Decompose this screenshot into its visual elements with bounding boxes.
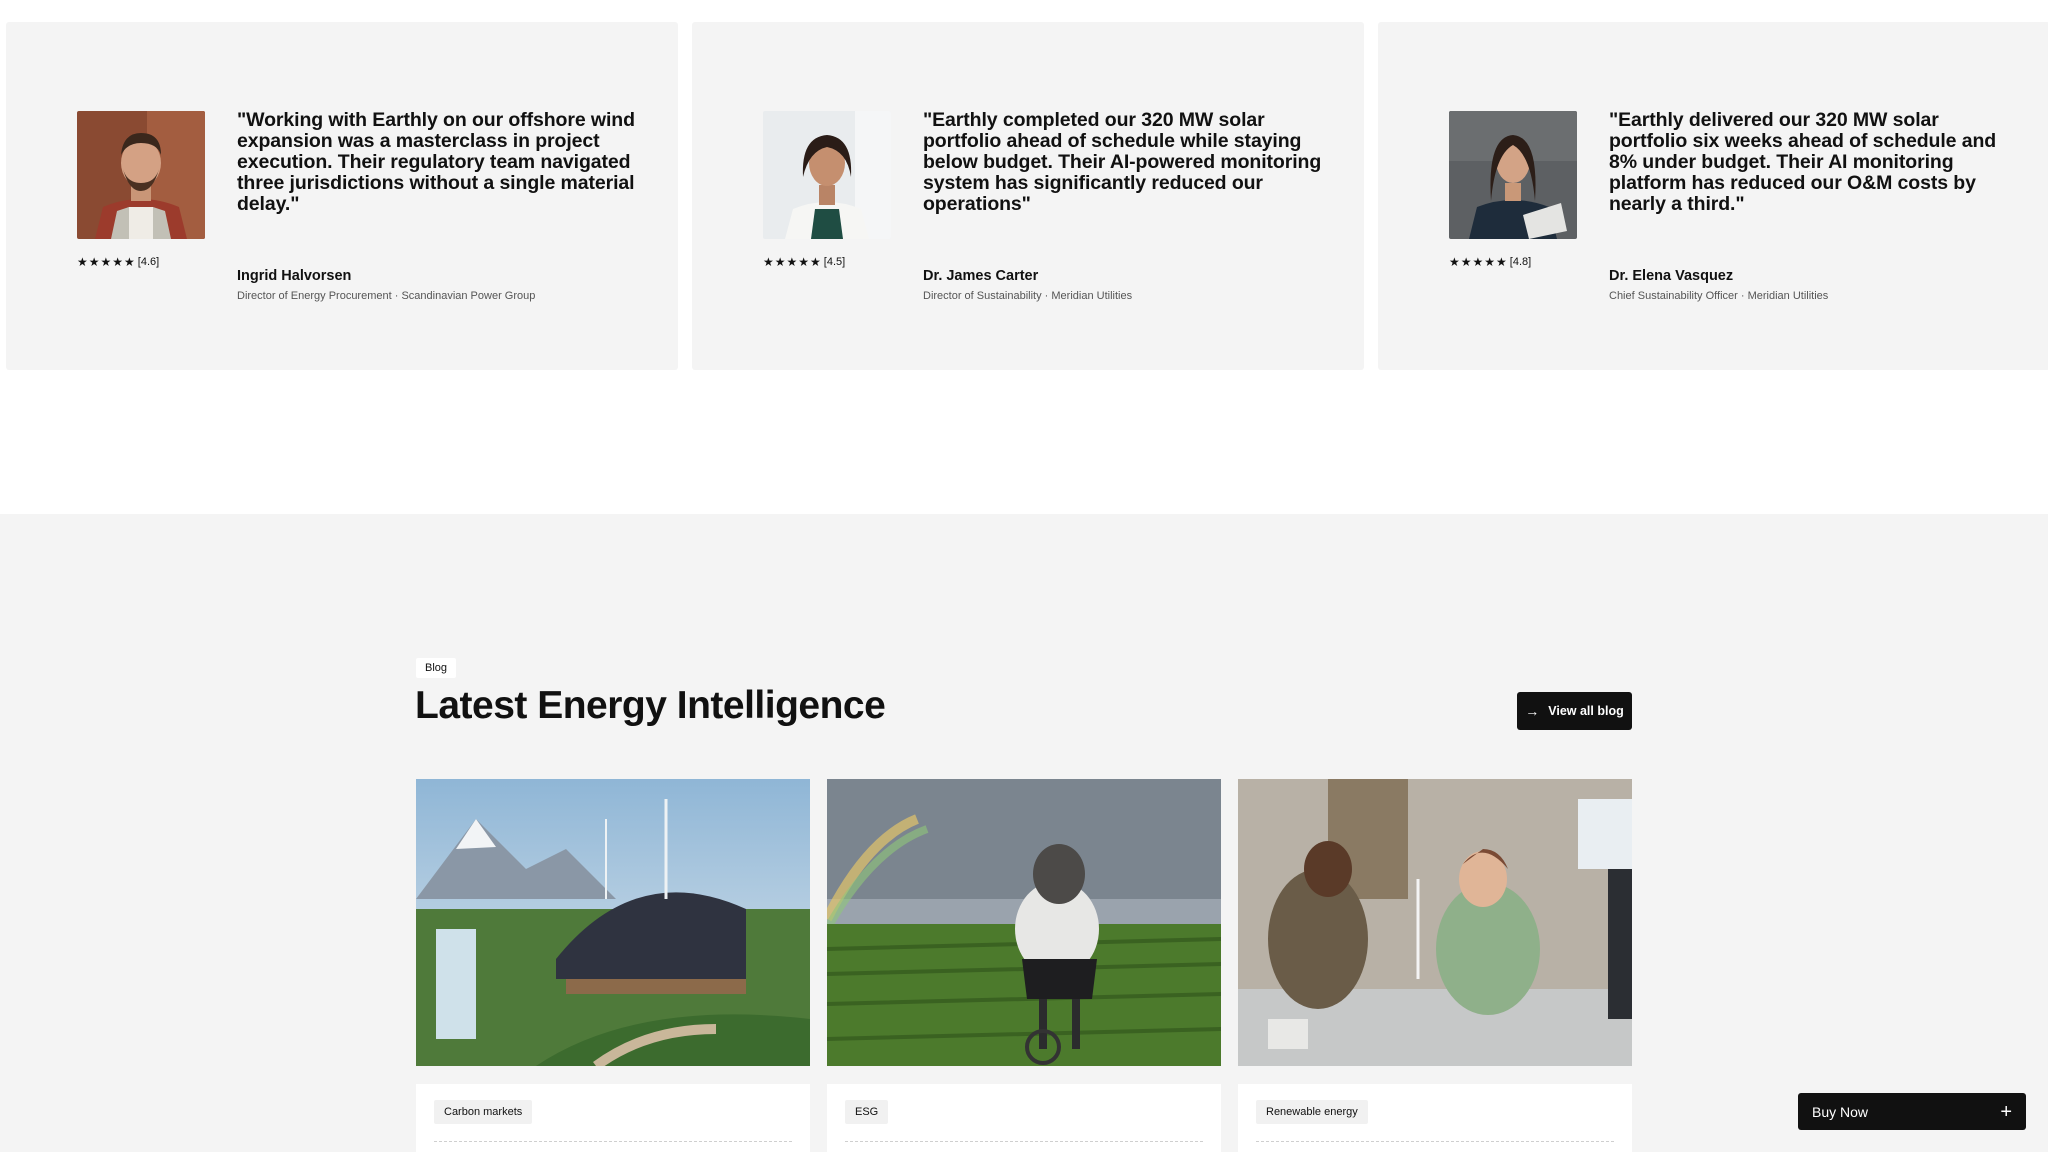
- testimonial-quote: "Working with Earthly on our offshore wi…: [237, 109, 635, 215]
- testimonial-author: Dr. Elena Vasquez: [1609, 268, 1734, 284]
- avatar: [77, 111, 205, 239]
- testimonial-quote: "Earthly delivered our 320 MW solar port…: [1609, 109, 1997, 215]
- rating-stars: ★★★★★: [1449, 255, 1508, 269]
- blog-post-image[interactable]: [416, 779, 810, 1066]
- rating: ★★★★★ [4.6]: [77, 255, 159, 269]
- post-category-badge: ESG: [845, 1100, 889, 1124]
- rating-stars: ★★★★★: [763, 255, 822, 269]
- testimonial-author: Ingrid Halvorsen: [237, 268, 352, 284]
- blog-section: Blog Latest Energy Intelligence → View a…: [0, 514, 2048, 1164]
- testimonial-author: Dr. James Carter: [923, 268, 1039, 284]
- rating-value: [4.8]: [1509, 256, 1532, 268]
- testimonials-section: ★★★★★ [4.6] "Working with Earthly on our…: [0, 0, 2048, 514]
- testimonial-card: ★★★★★ [4.8] "Earthly delivered our 320 M…: [1378, 22, 2048, 370]
- testimonial-role: Chief Sustainability Officer · Meridian …: [1609, 290, 1829, 302]
- rating: ★★★★★ [4.8]: [1449, 255, 1531, 269]
- buy-now-button[interactable]: Buy Now +: [1798, 1093, 2026, 1130]
- avatar: [763, 111, 891, 239]
- blog-post-card[interactable]: Renewable energy: [1238, 1084, 1632, 1164]
- view-all-blog-button[interactable]: → View all blog: [1517, 692, 1632, 730]
- post-category-badge: Carbon markets: [434, 1100, 533, 1124]
- section-tag: Blog: [416, 658, 457, 678]
- rating-value: [4.5]: [823, 256, 846, 268]
- plus-icon: +: [2000, 1100, 2012, 1123]
- testimonial-role: Director of Sustainability · Meridian Ut…: [923, 290, 1133, 302]
- testimonial-card: ★★★★★ [4.6] "Working with Earthly on our…: [6, 22, 678, 370]
- blog-post-card[interactable]: Carbon markets: [416, 1084, 810, 1164]
- blog-post-card[interactable]: ESG: [827, 1084, 1221, 1164]
- blog-post-image[interactable]: [827, 779, 1221, 1066]
- blog-post-image[interactable]: [1238, 779, 1632, 1066]
- arrow-right-icon: →: [1525, 703, 1540, 719]
- avatar: [1449, 111, 1577, 239]
- divider: [434, 1141, 792, 1142]
- buy-now-label: Buy Now: [1812, 1103, 1869, 1120]
- rating-value: [4.6]: [137, 256, 160, 268]
- rating-stars: ★★★★★: [77, 255, 136, 269]
- divider: [845, 1141, 1203, 1142]
- view-all-label: View all blog: [1548, 704, 1624, 718]
- section-title: Latest Energy Intelligence: [415, 684, 886, 727]
- testimonial-quote: "Earthly completed our 320 MW solar port…: [923, 109, 1322, 215]
- post-category-badge: Renewable energy: [1256, 1100, 1368, 1124]
- divider: [1256, 1141, 1614, 1142]
- testimonial-role: Director of Energy Procurement · Scandin…: [237, 290, 536, 302]
- testimonial-card: ★★★★★ [4.5] "Earthly completed our 320 M…: [692, 22, 1364, 370]
- rating: ★★★★★ [4.5]: [763, 255, 845, 269]
